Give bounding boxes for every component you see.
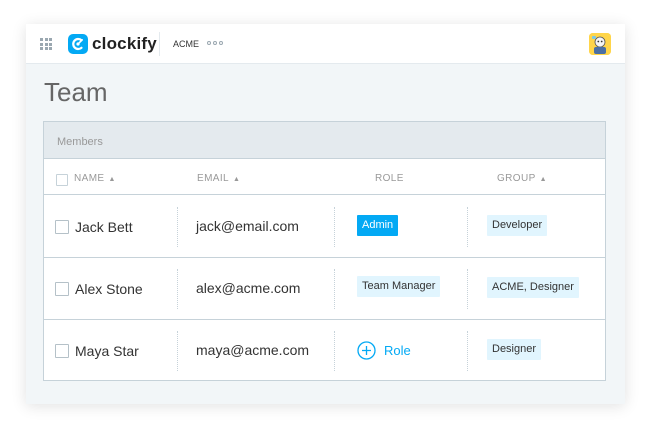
cell-divider: [177, 331, 178, 371]
member-email[interactable]: maya@acme.com: [196, 342, 309, 358]
sort-icon[interactable]: ▲︎: [109, 176, 116, 183]
column-role-label: ROLE: [375, 173, 404, 184]
divider: [159, 32, 160, 56]
cell-divider: [177, 207, 178, 247]
clockify-logo-icon[interactable]: [68, 34, 88, 54]
table-row: Jack Bett jack@email.com Admin Developer: [44, 196, 605, 258]
sort-icon[interactable]: ▲︎: [540, 176, 547, 183]
cell-divider: [467, 269, 468, 309]
cell-divider: [334, 331, 335, 371]
more-dots-icon[interactable]: [207, 41, 223, 45]
column-email-label: EMAIL: [197, 173, 230, 184]
table-row: Alex Stone alex@acme.com Team Manager AC…: [44, 258, 605, 320]
apps-grid-icon[interactable]: [40, 38, 52, 50]
cell-divider: [334, 269, 335, 309]
cell-divider: [467, 207, 468, 247]
column-email[interactable]: EMAIL ▲︎: [197, 173, 240, 185]
row-checkbox[interactable]: [55, 282, 69, 296]
panel-header-label: Members: [57, 136, 103, 148]
add-role-button[interactable]: Role: [357, 341, 411, 360]
sort-icon[interactable]: ▲︎: [233, 176, 240, 183]
plus-circle-icon[interactable]: [357, 341, 376, 360]
column-name[interactable]: NAME ▲︎: [74, 173, 116, 185]
row-checkbox[interactable]: [55, 220, 69, 234]
members-panel: Members NAME ▲︎ EMAIL ▲︎ ROLE GROUP ▲︎ J…: [43, 121, 606, 381]
workspace-name[interactable]: ACME: [173, 39, 199, 50]
role-badge[interactable]: Team Manager: [357, 276, 441, 297]
column-role: ROLE: [375, 173, 404, 185]
group-badge[interactable]: ACME, Designer: [487, 277, 579, 298]
group-badge[interactable]: Designer: [487, 339, 542, 360]
table-row: Maya Star maya@acme.com Role Designer: [44, 320, 605, 382]
top-bar: clockify ACME: [26, 24, 625, 64]
logo-text[interactable]: clockify: [92, 34, 157, 54]
cell-divider: [177, 269, 178, 309]
column-name-label: NAME: [74, 173, 105, 184]
page-title: Team: [44, 77, 108, 107]
member-email[interactable]: alex@acme.com: [196, 280, 300, 296]
member-name[interactable]: Maya Star: [75, 343, 139, 359]
cell-divider: [467, 331, 468, 371]
panel-header: Members: [44, 122, 605, 159]
app-window: clockify ACME Team Members NAME ▲︎ EMAIL…: [26, 24, 625, 404]
group-badge[interactable]: Developer: [487, 215, 548, 236]
user-avatar[interactable]: [589, 33, 611, 55]
member-name[interactable]: Alex Stone: [75, 281, 143, 297]
add-role-label[interactable]: Role: [384, 343, 411, 359]
member-email[interactable]: jack@email.com: [196, 218, 299, 234]
select-all-checkbox[interactable]: [56, 174, 68, 186]
column-group[interactable]: GROUP ▲︎: [497, 173, 547, 185]
cell-divider: [334, 207, 335, 247]
column-group-label: GROUP: [497, 173, 536, 184]
table-header: NAME ▲︎ EMAIL ▲︎ ROLE GROUP ▲︎: [44, 159, 605, 195]
row-checkbox[interactable]: [55, 344, 69, 358]
role-badge[interactable]: Admin: [357, 215, 399, 236]
member-name[interactable]: Jack Bett: [75, 219, 133, 235]
